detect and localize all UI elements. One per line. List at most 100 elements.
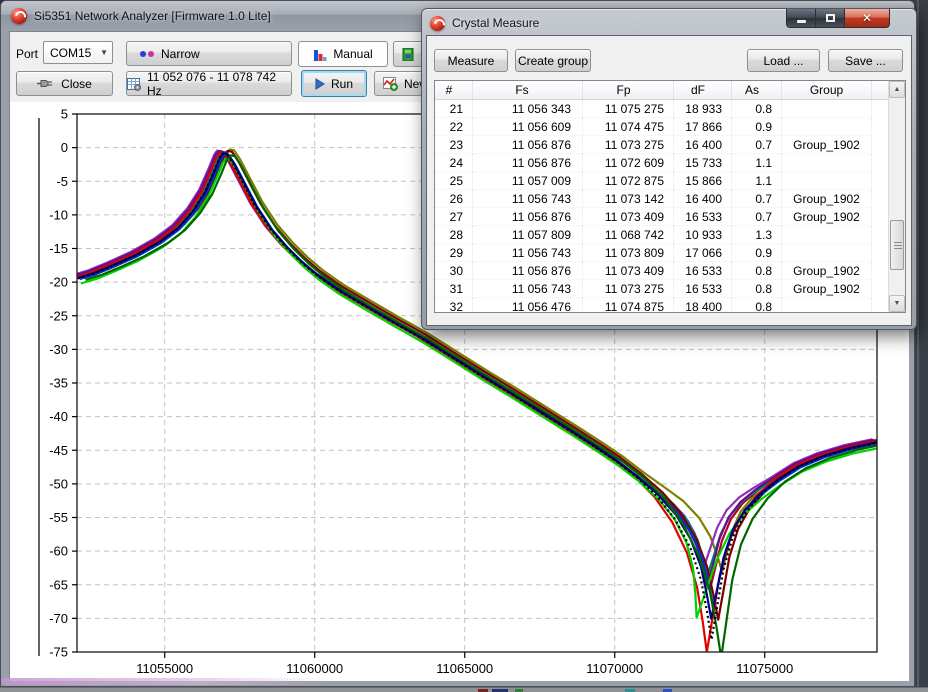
cell-fs: 11 057 809 bbox=[473, 226, 583, 244]
column-header-as[interactable]: As bbox=[732, 81, 782, 99]
cell-fs: 11 056 743 bbox=[473, 280, 583, 298]
cell-num: 21 bbox=[435, 100, 473, 118]
y-tick-label: -5 bbox=[56, 174, 68, 189]
manual-button[interactable]: Manual bbox=[298, 41, 388, 67]
table-row[interactable]: 2811 057 80911 068 74210 9331.3 bbox=[435, 226, 905, 244]
crystal-window-title: Crystal Measure bbox=[452, 16, 539, 30]
crystal-measure-window: Crystal Measure ✕ Measure Create group L… bbox=[421, 8, 917, 330]
table-header: #FsFpdFAsGroup bbox=[435, 81, 905, 100]
caption-buttons: ✕ bbox=[786, 9, 890, 28]
table-row[interactable]: 2211 056 60911 074 47517 8660.9 bbox=[435, 118, 905, 136]
cell-fp: 11 074 875 bbox=[583, 298, 674, 313]
save-button[interactable]: Save ... bbox=[828, 49, 903, 72]
chevron-down-icon: ▼ bbox=[100, 48, 108, 57]
table-row[interactable]: 3211 056 47611 074 87518 4000.8 bbox=[435, 298, 905, 313]
column-header-fs[interactable]: Fs bbox=[473, 81, 583, 99]
cell-df: 16 533 bbox=[674, 208, 732, 226]
measure-button[interactable]: Measure bbox=[434, 49, 508, 72]
table-row[interactable]: 2411 056 87611 072 60915 7331.1 bbox=[435, 154, 905, 172]
app-icon bbox=[11, 8, 27, 24]
cell-fs: 11 056 743 bbox=[473, 244, 583, 262]
table-row[interactable]: 2611 056 74311 073 14216 4000.7Group_190… bbox=[435, 190, 905, 208]
y-tick-label: -20 bbox=[49, 275, 68, 290]
cell-fs: 11 056 343 bbox=[473, 100, 583, 118]
scroll-up-button[interactable]: ▲ bbox=[889, 81, 905, 98]
cell-as: 0.8 bbox=[732, 262, 782, 280]
y-tick-label: 5 bbox=[61, 107, 68, 122]
grid-gear-icon bbox=[127, 77, 141, 91]
measurements-table: #FsFpdFAsGroup 2111 056 34311 075 27518 … bbox=[434, 80, 906, 313]
narrow-button-label: Narrow bbox=[161, 47, 200, 61]
table-row[interactable]: 2311 056 87611 073 27516 4000.7Group_190… bbox=[435, 136, 905, 154]
window-bottom-border bbox=[2, 678, 332, 685]
cell-df: 10 933 bbox=[674, 226, 732, 244]
cell-as: 0.9 bbox=[732, 118, 782, 136]
cell-fs: 11 056 609 bbox=[473, 118, 583, 136]
cell-as: 0.7 bbox=[732, 208, 782, 226]
maximize-button[interactable] bbox=[816, 9, 844, 28]
chart-plus-icon bbox=[383, 77, 398, 91]
scrollbar-thumb[interactable] bbox=[890, 220, 904, 270]
table-scrollbar[interactable]: ▲ ▼ bbox=[888, 81, 905, 312]
create-group-button[interactable]: Create group bbox=[515, 49, 591, 72]
cell-fs: 11 056 743 bbox=[473, 190, 583, 208]
plug-icon bbox=[37, 79, 55, 88]
cell-fp: 11 072 609 bbox=[583, 154, 674, 172]
cell-df: 16 533 bbox=[674, 262, 732, 280]
two-dots-icon bbox=[139, 50, 155, 58]
cell-fp: 11 075 275 bbox=[583, 100, 674, 118]
table-row[interactable]: 2511 057 00911 072 87515 8661.1 bbox=[435, 172, 905, 190]
x-tick-label: 11070000 bbox=[586, 661, 643, 676]
cell-df: 15 866 bbox=[674, 172, 732, 190]
cell-fs: 11 056 876 bbox=[473, 208, 583, 226]
app-icon bbox=[430, 16, 445, 31]
crystal-window-client: Measure Create group Load ... Save ... #… bbox=[426, 35, 912, 326]
cell-fs: 11 056 876 bbox=[473, 136, 583, 154]
y-tick-label: -25 bbox=[49, 308, 68, 323]
cell-as: 0.8 bbox=[732, 100, 782, 118]
port-combobox[interactable]: COM15 ▼ bbox=[43, 41, 113, 64]
freq-range-button[interactable]: 11 052 076 - 11 078 742 Hz bbox=[126, 71, 292, 96]
column-header-df[interactable]: dF bbox=[674, 81, 732, 99]
minimize-button[interactable] bbox=[786, 9, 816, 28]
narrow-button[interactable]: Narrow bbox=[126, 41, 292, 66]
table-row[interactable]: 3111 056 74311 073 27516 5330.8Group_190… bbox=[435, 280, 905, 298]
cell-df: 18 933 bbox=[674, 100, 732, 118]
taskbar[interactable] bbox=[0, 687, 928, 692]
run-button-label: Run bbox=[331, 77, 353, 91]
close-button[interactable]: ✕ bbox=[844, 9, 890, 28]
scrollbar-track[interactable] bbox=[889, 98, 905, 295]
film-strip-icon bbox=[402, 48, 414, 61]
cell-as: 0.7 bbox=[732, 136, 782, 154]
column-header-fp[interactable]: Fp bbox=[583, 81, 674, 99]
port-combobox-value: COM15 bbox=[50, 46, 91, 60]
cell-group: Group_1902 bbox=[782, 208, 872, 226]
cell-num: 27 bbox=[435, 208, 473, 226]
cell-as: 0.9 bbox=[732, 244, 782, 262]
cell-fp: 11 073 409 bbox=[583, 262, 674, 280]
cell-fp: 11 072 875 bbox=[583, 172, 674, 190]
load-button[interactable]: Load ... bbox=[747, 49, 820, 72]
cell-group bbox=[782, 172, 872, 190]
x-tick-label: 11065000 bbox=[436, 661, 493, 676]
y-tick-label: -75 bbox=[49, 645, 68, 660]
close-port-button[interactable]: Close bbox=[16, 71, 113, 96]
table-row[interactable]: 2911 056 74311 073 80917 0660.9 bbox=[435, 244, 905, 262]
cell-fp: 11 073 809 bbox=[583, 244, 674, 262]
table-row[interactable]: 2111 056 34311 075 27518 9330.8 bbox=[435, 100, 905, 118]
cell-num: 29 bbox=[435, 244, 473, 262]
column-header-group[interactable]: Group bbox=[782, 81, 872, 99]
manual-button-label: Manual bbox=[333, 47, 372, 61]
cell-fp: 11 073 275 bbox=[583, 136, 674, 154]
table-row[interactable]: 3011 056 87611 073 40916 5330.8Group_190… bbox=[435, 262, 905, 280]
measure-button-label: Measure bbox=[448, 54, 495, 68]
maximize-icon bbox=[826, 14, 835, 22]
scroll-down-button[interactable]: ▼ bbox=[889, 295, 905, 312]
table-row[interactable]: 2711 056 87611 073 40916 5330.7Group_190… bbox=[435, 208, 905, 226]
main-window-title: Si5351 Network Analyzer [Firmware 1.0 Li… bbox=[34, 9, 271, 23]
column-header-num[interactable]: # bbox=[435, 81, 473, 99]
y-tick-label: -55 bbox=[49, 510, 68, 525]
cell-as: 1.1 bbox=[732, 172, 782, 190]
run-button[interactable]: Run bbox=[301, 70, 367, 97]
cell-num: 26 bbox=[435, 190, 473, 208]
